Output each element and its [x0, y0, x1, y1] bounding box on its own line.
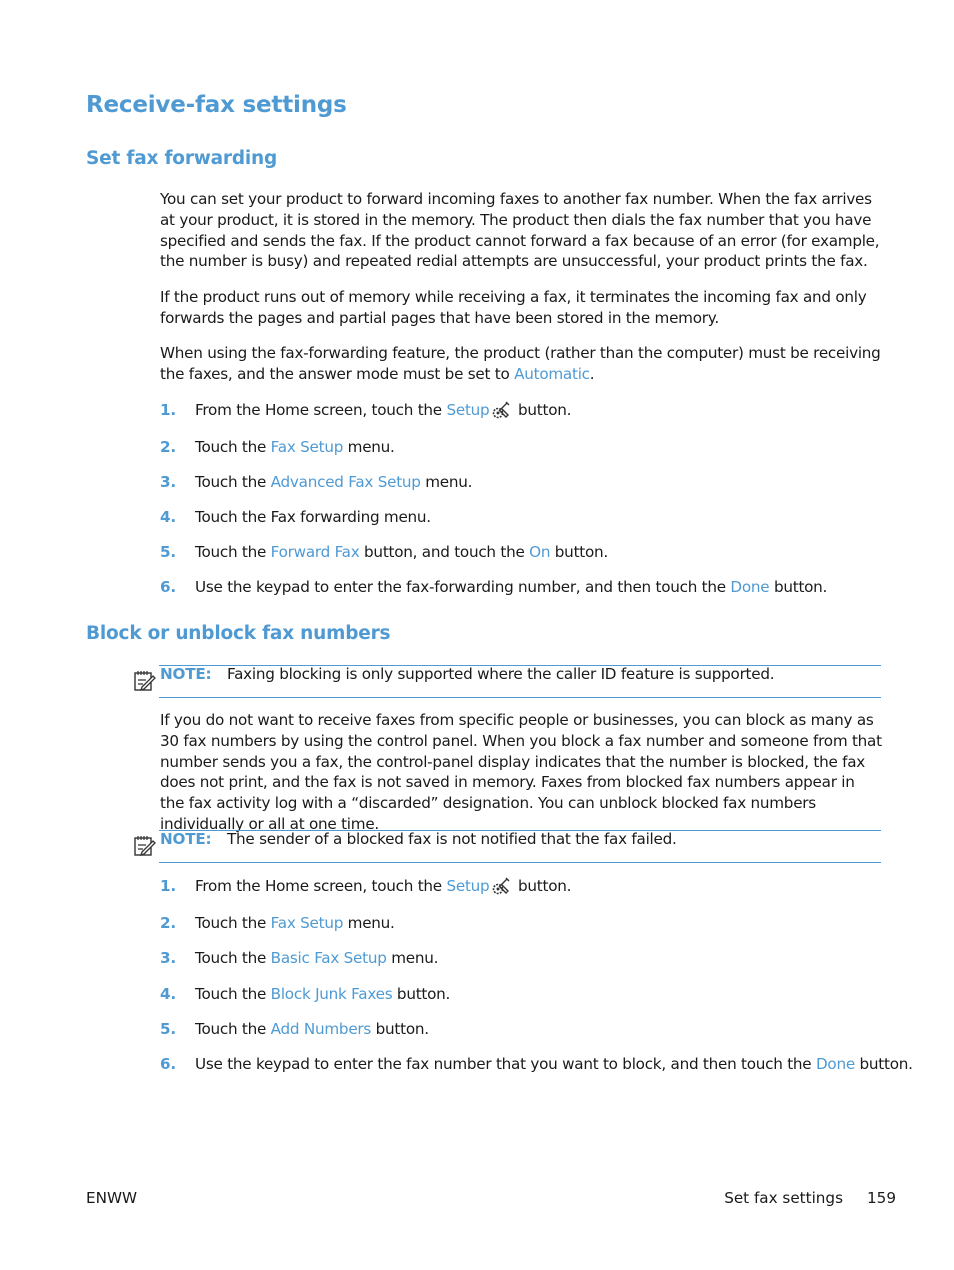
paragraph: You can set your product to forward inco… [160, 190, 880, 271]
basic-fax-setup-link[interactable]: Basic Fax Setup [271, 949, 387, 967]
automatic-link[interactable]: Automatic [514, 365, 590, 383]
step-number: 5. [160, 1020, 176, 1038]
step-number: 5. [160, 543, 176, 561]
done-link[interactable]: Done [730, 578, 769, 596]
setup-wrench-gear-icon [493, 401, 510, 419]
note-text: The sender of a blocked fax is not notif… [227, 830, 677, 848]
step-number: 2. [160, 438, 176, 456]
setup-wrench-gear-icon [493, 877, 510, 895]
step-number: 4. [160, 508, 176, 526]
step-number: 6. [160, 578, 176, 596]
divider [159, 697, 881, 698]
paragraph: If you do not want to receive faxes from… [160, 711, 882, 833]
footer-section-title: Set fax settings [724, 1189, 843, 1207]
fax-setup-link[interactable]: Fax Setup [271, 914, 344, 932]
footer-section: Set fax settings 159 [724, 1189, 896, 1207]
step-number: 2. [160, 914, 176, 932]
on-link[interactable]: On [529, 543, 550, 561]
divider [159, 862, 881, 863]
step-number: 1. [160, 877, 176, 895]
advanced-fax-setup-link[interactable]: Advanced Fax Setup [271, 473, 421, 491]
done-link[interactable]: Done [816, 1055, 855, 1073]
step-number: 3. [160, 473, 176, 491]
note-label: NOTE: [160, 830, 212, 848]
setup-link[interactable]: Setup [446, 401, 489, 419]
footer-doc-id: ENWW [86, 1189, 137, 1207]
note-text: Faxing blocking is only supported where … [227, 665, 775, 683]
section-heading-block-fax: Block or unblock fax numbers [86, 623, 391, 644]
paragraph: If the product runs out of memory while … [160, 288, 867, 327]
step-number: 4. [160, 985, 176, 1003]
page-number: 159 [867, 1189, 896, 1207]
note-icon [134, 671, 156, 692]
setup-link[interactable]: Setup [446, 877, 489, 895]
fax-setup-link[interactable]: Fax Setup [271, 438, 344, 456]
note-label: NOTE: [160, 665, 212, 683]
section-heading-fax-forwarding: Set fax forwarding [86, 148, 278, 169]
add-numbers-link[interactable]: Add Numbers [271, 1020, 372, 1038]
page-title: Receive-fax settings [86, 92, 347, 118]
paragraph: When using the fax-forwarding feature, t… [160, 344, 881, 383]
step-number: 6. [160, 1055, 176, 1073]
note-icon [134, 836, 156, 857]
step-number: 3. [160, 949, 176, 967]
block-junk-faxes-link[interactable]: Block Junk Faxes [271, 985, 393, 1003]
forward-fax-link[interactable]: Forward Fax [271, 543, 360, 561]
step-number: 1. [160, 401, 176, 419]
